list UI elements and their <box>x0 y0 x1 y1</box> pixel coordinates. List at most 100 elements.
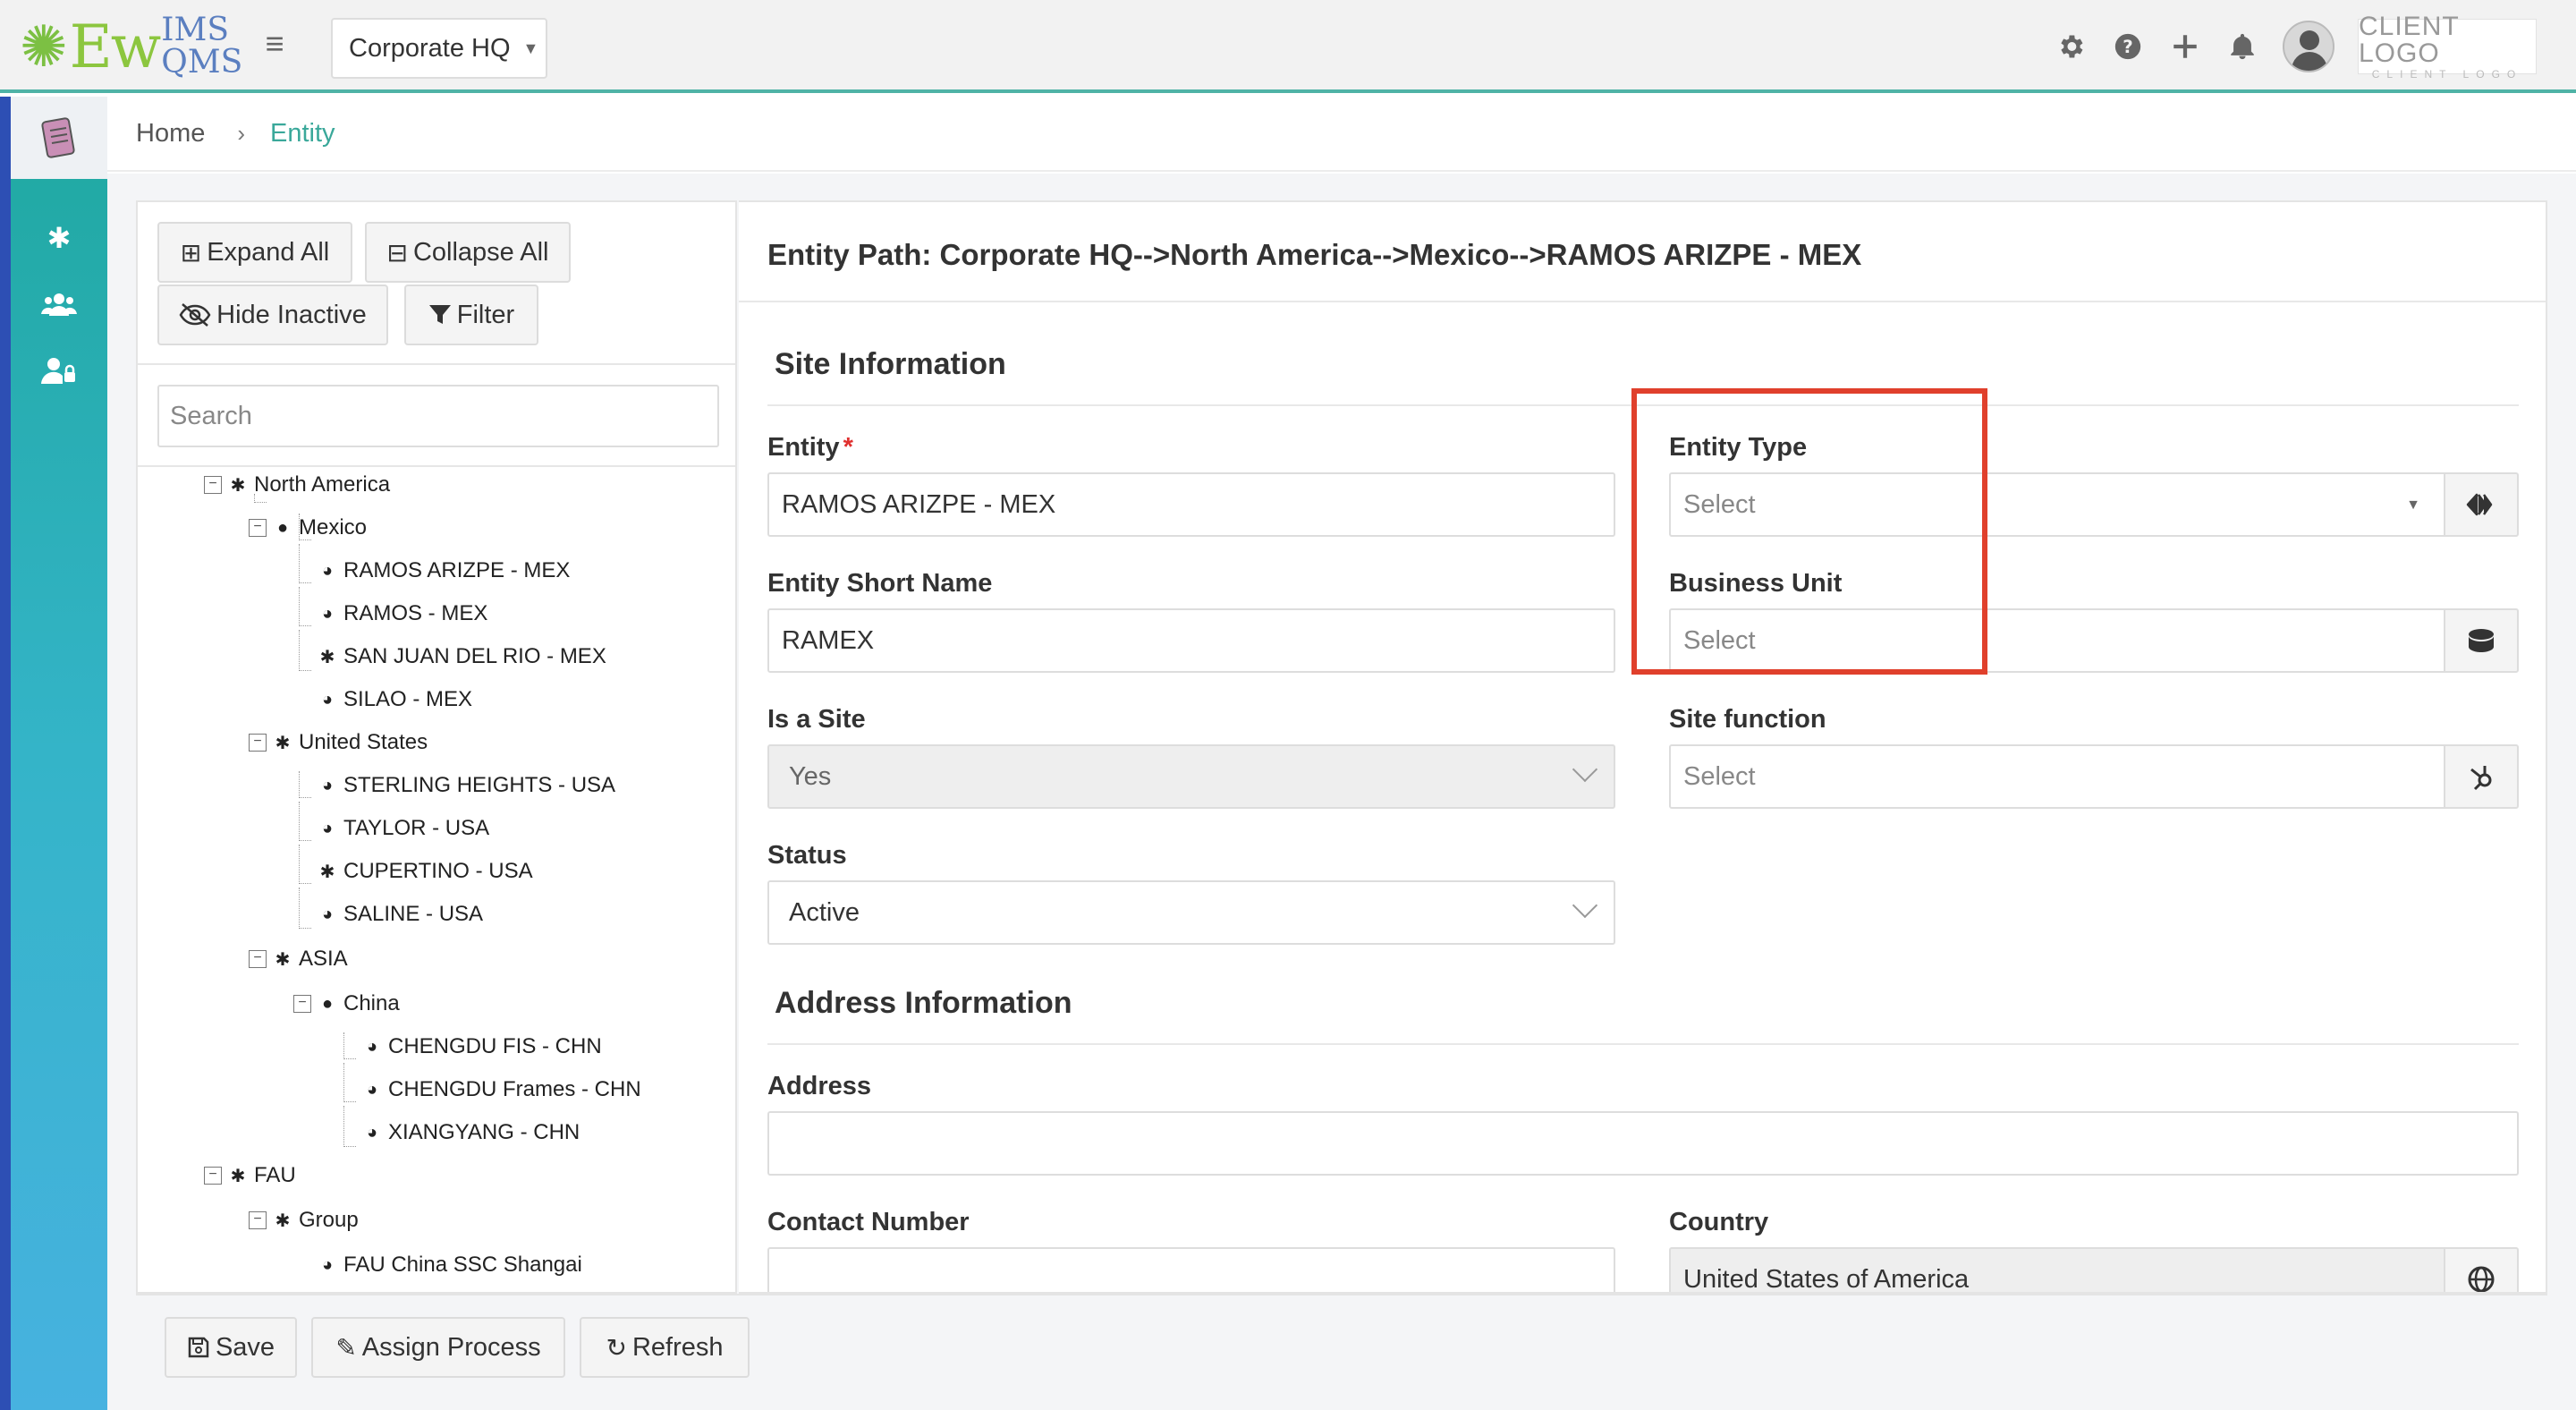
tree-connector <box>299 845 311 884</box>
tree-node-ramos[interactable]: ◕ RAMOS - MEX <box>318 596 487 632</box>
globe-icon: ◕ <box>321 818 334 838</box>
organization-select-value: Corporate HQ <box>349 33 511 63</box>
top-bar: ✺ Ew IMS QMS ≡ Corporate HQ ▼ ? CLIENT L… <box>0 0 2576 93</box>
logo-ims: IMS <box>161 12 230 48</box>
tree-node-sterling-heights[interactable]: ◕ STERLING HEIGHTS - USA <box>318 768 615 803</box>
gear-icon: ✱ <box>319 647 335 667</box>
tree-node-fau-china-ssc[interactable]: ◕ FAU China SSC Shangai <box>318 1247 582 1283</box>
tree-node-mexico[interactable]: − ● Mexico <box>249 510 367 546</box>
avatar-body <box>2292 52 2327 71</box>
collapse-toggle-icon[interactable]: − <box>249 950 267 968</box>
plus-icon[interactable] <box>2168 30 2202 64</box>
business-unit-action-button[interactable] <box>2444 608 2519 673</box>
nav-item-user-access[interactable] <box>11 344 107 397</box>
collapse-toggle-icon[interactable]: − <box>204 476 222 494</box>
business-unit-select[interactable]: Select <box>1669 608 2445 673</box>
help-icon[interactable]: ? <box>2111 30 2145 64</box>
client-logo-subtitle: CLIENT LOGO <box>2371 68 2523 81</box>
expand-all-button[interactable]: ⊞ Expand All <box>157 222 352 283</box>
top-actions: ? CLIENT LOGO CLIENT LOGO <box>2054 13 2537 81</box>
tree-node-taylor[interactable]: ◕ TAYLOR - USA <box>318 811 489 846</box>
floppy-disk-icon <box>188 1337 209 1358</box>
gear-icon[interactable] <box>2054 30 2088 64</box>
gear-icon: ✱ <box>230 1166 246 1186</box>
organization-select[interactable]: Corporate HQ ▼ <box>331 18 547 79</box>
hubspot-icon <box>2470 766 2492 791</box>
tree-node-chengdu-fis[interactable]: ◕ CHENGDU FIS - CHN <box>363 1029 602 1065</box>
entity-short-name-input[interactable]: RAMEX <box>767 608 1615 673</box>
logo-suffix: IMS QMS <box>161 14 242 79</box>
bell-icon[interactable] <box>2225 30 2259 64</box>
assign-process-button[interactable]: ✎ Assign Process <box>311 1317 565 1378</box>
tree-connector <box>299 802 311 841</box>
collapse-toggle-icon[interactable]: − <box>293 995 311 1013</box>
nav-item-users[interactable] <box>11 277 107 331</box>
tree-node-north-america[interactable]: − ✱ North America <box>204 467 390 503</box>
tree-node-asia[interactable]: − ✱ ASIA <box>249 941 348 977</box>
hamburger-menu-icon[interactable]: ≡ <box>259 28 290 60</box>
collapse-toggle-icon[interactable]: − <box>204 1167 222 1185</box>
country-action-button[interactable] <box>2444 1247 2519 1292</box>
tree-node-china[interactable]: − ● China <box>293 986 400 1022</box>
globe-icon: ◕ <box>321 904 334 924</box>
entity-short-name-value: RAMEX <box>782 625 875 655</box>
tree-node-silao[interactable]: ◕ SILAO - MEX <box>318 682 472 718</box>
tree-node-xiangyang[interactable]: ◕ XIANGYANG - CHN <box>363 1115 580 1151</box>
tree-node-san-juan-del-rio[interactable]: ✱ SAN JUAN DEL RIO - MEX <box>318 639 606 675</box>
address-input[interactable] <box>767 1111 2519 1176</box>
country-select[interactable]: United States of America <box>1669 1247 2445 1292</box>
gear-icon: ✱ <box>275 1210 291 1231</box>
globe-icon: ● <box>276 517 289 538</box>
save-button[interactable]: Save <box>165 1317 297 1378</box>
tree-node-group[interactable]: − ✱ Group <box>249 1202 359 1238</box>
entity-input[interactable]: RAMOS ARIZPE - MEX <box>767 472 1615 537</box>
entity-type-action-button[interactable] <box>2444 472 2519 537</box>
tree-node-chengdu-frames[interactable]: ◕ CHENGDU Frames - CHN <box>363 1072 641 1108</box>
collapse-toggle-icon[interactable]: − <box>249 734 267 752</box>
status-select[interactable]: Active <box>767 880 1615 945</box>
collapse-toggle-icon[interactable]: − <box>249 1211 267 1229</box>
chevron-down-icon <box>1572 892 1598 919</box>
entity-type-select[interactable]: Select ▼ <box>1669 472 2445 537</box>
minus-square-icon: ⊟ <box>386 238 408 267</box>
entity-label-text: Entity <box>767 433 840 462</box>
tree-connector <box>299 544 311 583</box>
tree-node-ramos-arizpe[interactable]: ◕ RAMOS ARIZPE - MEX <box>318 553 570 589</box>
tree-node-saline[interactable]: ◕ SALINE - USA <box>318 896 483 932</box>
collapse-toggle-icon[interactable]: − <box>249 519 267 537</box>
collapse-all-button[interactable]: ⊟ Collapse All <box>365 222 571 283</box>
tree-node-united-states[interactable]: − ✱ United States <box>249 725 428 760</box>
nav-item-settings[interactable]: ✱ <box>11 211 107 265</box>
site-function-action-button[interactable] <box>2444 744 2519 809</box>
filter-button[interactable]: Filter <box>404 285 538 345</box>
entity-tree-panel: ⊞ Expand All ⊟ Collapse All Hide Inactiv… <box>136 200 737 1294</box>
globe-icon: ◕ <box>321 560 334 581</box>
breadcrumb-home[interactable]: Home <box>136 119 205 149</box>
refresh-button[interactable]: ↻ Refresh <box>580 1317 750 1378</box>
contact-number-label: Contact Number <box>767 1208 970 1236</box>
site-function-placeholder: Select <box>1683 761 1756 791</box>
tree-connector <box>299 587 311 626</box>
hide-inactive-button[interactable]: Hide Inactive <box>157 285 388 345</box>
tree-node-fau[interactable]: − ✱ FAU <box>204 1158 296 1193</box>
tree-search-input[interactable] <box>157 385 719 447</box>
left-nav-edge <box>0 97 11 1410</box>
business-unit-placeholder: Select <box>1683 625 1756 655</box>
contact-number-input[interactable] <box>767 1247 1615 1292</box>
chevron-down-icon <box>1572 756 1598 783</box>
hide-inactive-label: Hide Inactive <box>216 300 367 329</box>
is-a-site-select[interactable]: Yes <box>767 744 1615 809</box>
user-avatar[interactable] <box>2283 21 2334 72</box>
app-logo[interactable]: ✺ Ew IMS QMS <box>20 13 242 81</box>
tree-node-cupertino[interactable]: ✱ CUPERTINO - USA <box>318 854 533 889</box>
is-a-site-value: Yes <box>789 761 832 791</box>
globe-icon: ◕ <box>321 775 334 795</box>
gear-icon: ✱ <box>275 949 291 970</box>
tree-connector <box>343 1032 356 1059</box>
logo-burst-icon: ✺ <box>20 14 68 79</box>
nav-item-documents[interactable] <box>11 97 107 179</box>
globe-icon: ◕ <box>366 1122 378 1142</box>
user-lock-icon <box>41 358 75 384</box>
site-function-select[interactable]: Select <box>1669 744 2445 809</box>
tree-node-label: Group <box>299 1208 359 1232</box>
